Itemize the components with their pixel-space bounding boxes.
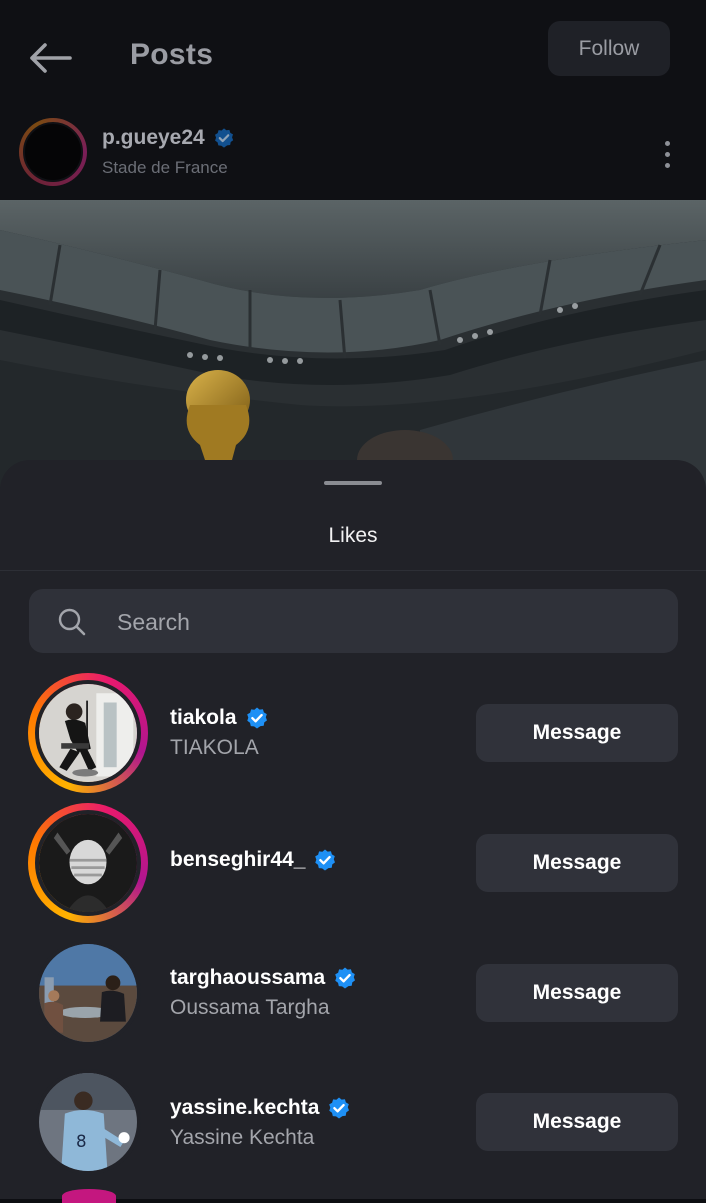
next-row-story-ring — [62, 1189, 116, 1203]
svg-text:8: 8 — [76, 1132, 87, 1151]
like-row: benseghir44_ Message — [0, 803, 706, 933]
author-username[interactable]: p.gueye24 — [102, 126, 205, 150]
back-button[interactable] — [24, 34, 76, 82]
sheet-title: Likes — [328, 524, 378, 547]
avatar — [35, 940, 141, 1046]
author-avatar — [23, 122, 83, 182]
verified-badge-icon — [246, 707, 267, 729]
message-button[interactable]: Message — [476, 1093, 678, 1151]
story-ring[interactable] — [28, 803, 148, 923]
avatar-wrapper[interactable]: 8 — [28, 1062, 148, 1182]
message-button[interactable]: Message — [476, 704, 678, 762]
username: yassine.kechta — [170, 1096, 320, 1119]
post-location[interactable]: Stade de France — [102, 158, 228, 178]
username: benseghir44_ — [170, 848, 306, 871]
avatar: 8 — [35, 1069, 141, 1175]
verified-badge-icon — [315, 849, 336, 871]
search-icon — [58, 608, 86, 636]
search-box[interactable] — [29, 589, 678, 655]
more-options-icon — [664, 140, 670, 146]
back-arrow-icon — [30, 43, 72, 73]
avatar — [35, 680, 141, 786]
follow-button[interactable]: Follow — [548, 21, 670, 76]
author-name-row: p.gueye24 — [102, 126, 235, 150]
message-button[interactable]: Message — [476, 834, 678, 892]
post-header: p.gueye24 Stade de France — [0, 110, 706, 200]
like-user-info[interactable]: yassine.kechta Yassine Kechta — [170, 1096, 351, 1150]
top-bar: Posts Follow — [0, 0, 706, 110]
like-user-info[interactable]: targhaoussama Oussama Targha — [170, 966, 357, 1020]
like-row: 8 yassine.kechta Yassine Kechta Message — [0, 1062, 706, 1192]
verified-badge-icon — [335, 967, 356, 989]
like-row: tiakola TIAKOLA Message — [0, 673, 706, 803]
like-row: targhaoussama Oussama Targha Message — [0, 933, 706, 1063]
verified-badge-icon — [329, 1097, 350, 1119]
avatar — [35, 810, 141, 916]
full-name: TIAKOLA — [170, 736, 259, 759]
more-options-button[interactable] — [650, 132, 684, 176]
stadium-photo — [0, 200, 706, 500]
full-name: Yassine Kechta — [170, 1126, 315, 1149]
sheet-drag-handle[interactable] — [324, 481, 382, 485]
author-avatar-ring[interactable] — [19, 118, 87, 186]
username: targhaoussama — [170, 966, 326, 989]
search-input[interactable] — [115, 589, 659, 655]
divider — [0, 570, 706, 571]
verified-badge-icon — [214, 128, 233, 148]
username: tiakola — [170, 706, 237, 729]
page-title: Posts — [130, 38, 214, 71]
message-button[interactable]: Message — [476, 964, 678, 1022]
like-user-info[interactable]: tiakola TIAKOLA — [170, 706, 269, 760]
full-name: Oussama Targha — [170, 996, 330, 1019]
avatar-wrapper[interactable] — [28, 933, 148, 1053]
story-ring[interactable] — [28, 673, 148, 793]
post-image[interactable] — [0, 200, 706, 500]
like-user-info[interactable]: benseghir44_ — [170, 848, 337, 872]
